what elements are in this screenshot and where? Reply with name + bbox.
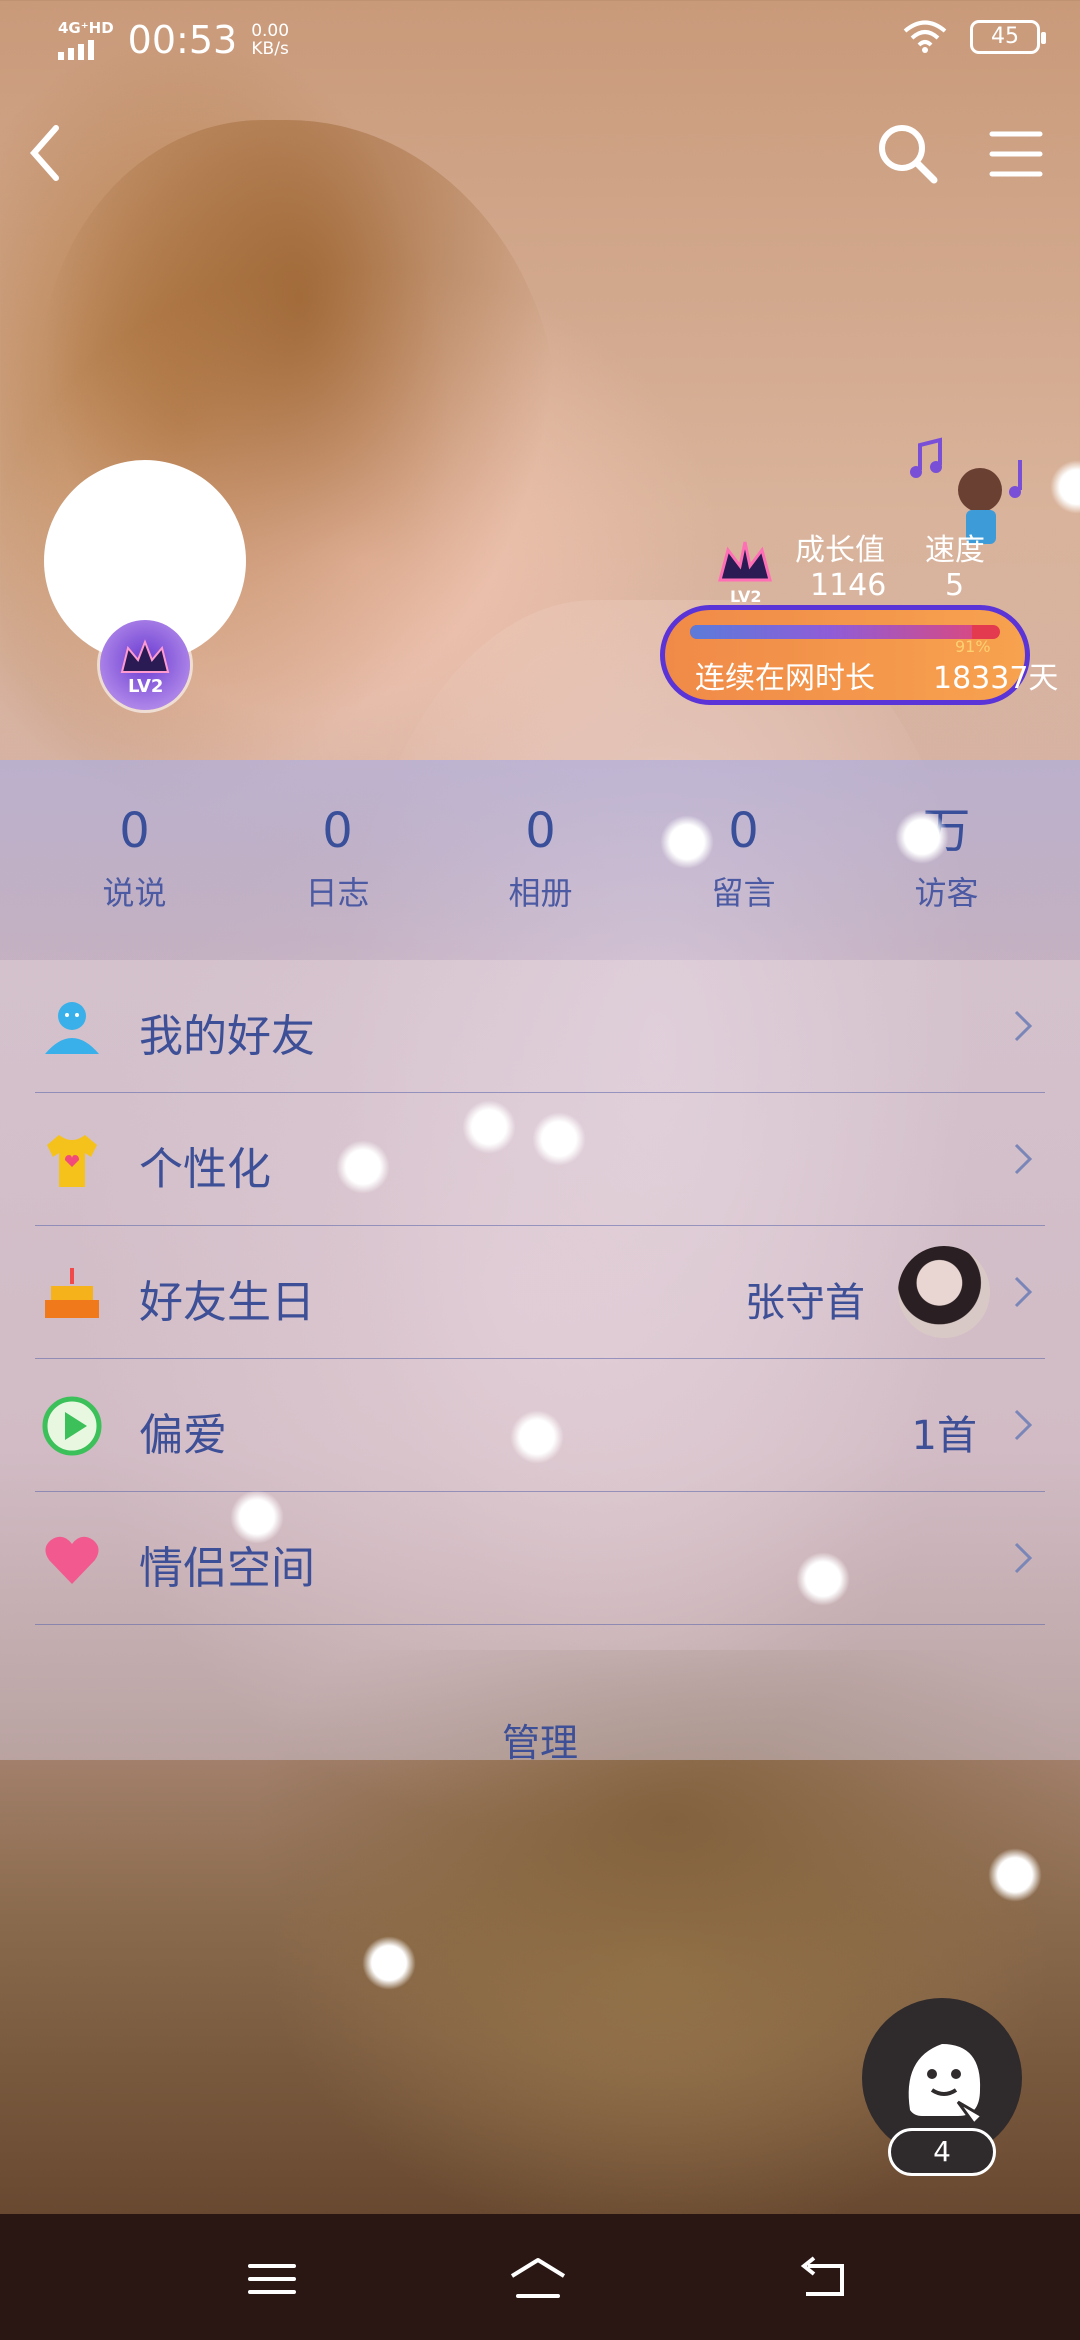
recent-apps-icon[interactable] [242, 2254, 302, 2304]
net-speed: 0.00 KB/s [251, 22, 289, 58]
stat-count: 0 [525, 803, 556, 859]
signal-bars-icon [58, 40, 114, 60]
tshirt-icon [47, 1135, 97, 1187]
menu-icon[interactable] [986, 124, 1046, 184]
menu-label: 好友生日 [139, 1277, 315, 1328]
friend-avatar [898, 1246, 990, 1338]
stat-album[interactable]: 0 相册 [439, 760, 642, 914]
chevron-right-icon [1014, 1409, 1033, 1441]
battery-icon: 45 [970, 20, 1046, 54]
menu-list: 我的好友 个性化 好友生日 张守首 偏爱 1首 情侣空间 [0, 960, 1080, 1760]
stat-label: 日志 [305, 874, 370, 912]
back-arrow-icon[interactable] [18, 118, 78, 188]
chevron-right-icon [1014, 1010, 1033, 1042]
stat-label: 留言 [711, 874, 776, 912]
net-speed-unit: KB/s [251, 39, 289, 59]
stat-label: 访客 [914, 874, 979, 912]
menu-label: 我的好友 [139, 1011, 315, 1062]
online-duration-value: 18337天 [933, 661, 1059, 696]
stat-count: 0 [119, 803, 150, 859]
menu-label: 情侣空间 [139, 1543, 315, 1594]
signal-indicator: 4G⁺HD [58, 20, 114, 60]
stat-label: 相册 [508, 874, 573, 912]
growth-panel[interactable]: LV2 成长值 速度 1146 5 91% 连续在网时长 18337天 [660, 430, 1070, 720]
chevron-right-icon [1014, 1542, 1033, 1574]
manage-button[interactable]: 管理 [0, 1712, 1080, 1767]
speed-label: 速度 [925, 533, 985, 568]
menu-item-personalize[interactable]: 个性化 [35, 1093, 1045, 1226]
birthday-friend-name: 张守首 [745, 1280, 865, 1326]
home-icon[interactable] [508, 2254, 568, 2304]
cake-icon [45, 1268, 99, 1318]
level-crown-icon: LV2 [718, 541, 772, 606]
menu-label: 个性化 [139, 1144, 271, 1195]
assistant-badge-count: 4 [888, 2128, 996, 2176]
play-icon [42, 1396, 102, 1456]
growth-value: 1146 [810, 568, 887, 603]
search-icon[interactable] [872, 118, 942, 188]
stat-shuoshuo[interactable]: 0 说说 [33, 760, 236, 914]
menu-label: 偏爱 [139, 1410, 227, 1461]
back-icon[interactable] [792, 2254, 852, 2304]
stat-blog[interactable]: 0 日志 [236, 760, 439, 914]
growth-progress-bar [690, 625, 1000, 639]
clock: 00:53 [127, 18, 238, 62]
favorites-count: 1首 [911, 1413, 977, 1459]
status-bar: 4G⁺HD 00:53 0.00 KB/s 45 [0, 0, 1080, 80]
chevron-right-icon [1014, 1276, 1033, 1308]
svg-text:LV2: LV2 [730, 587, 762, 606]
wifi-icon [903, 20, 947, 53]
level-badge[interactable]: LV2 [100, 620, 190, 710]
growth-label: 成长值 [795, 533, 885, 568]
speed-value: 5 [945, 568, 965, 603]
online-duration-pill[interactable]: 91% 连续在网时长 18337天 [660, 605, 1058, 705]
level-badge-label: LV2 [128, 676, 164, 697]
net-speed-value: 0.00 [251, 21, 290, 41]
heart-icon [45, 1536, 99, 1584]
menu-item-friends[interactable]: 我的好友 [35, 960, 1045, 1093]
stat-label: 说说 [102, 874, 167, 912]
network-type: 4G⁺HD [58, 19, 114, 37]
chevron-right-icon [1014, 1143, 1033, 1175]
stat-count: 0 [322, 803, 353, 859]
menu-item-couple-space[interactable]: 情侣空间 [35, 1492, 1045, 1625]
growth-progress-fill [690, 625, 973, 639]
menu-item-friend-birthday[interactable]: 好友生日 张守首 [35, 1226, 1045, 1359]
system-nav-bar [0, 2214, 1080, 2340]
friends-icon [45, 1002, 99, 1054]
online-duration-label: 连续在网时长 [695, 661, 875, 696]
